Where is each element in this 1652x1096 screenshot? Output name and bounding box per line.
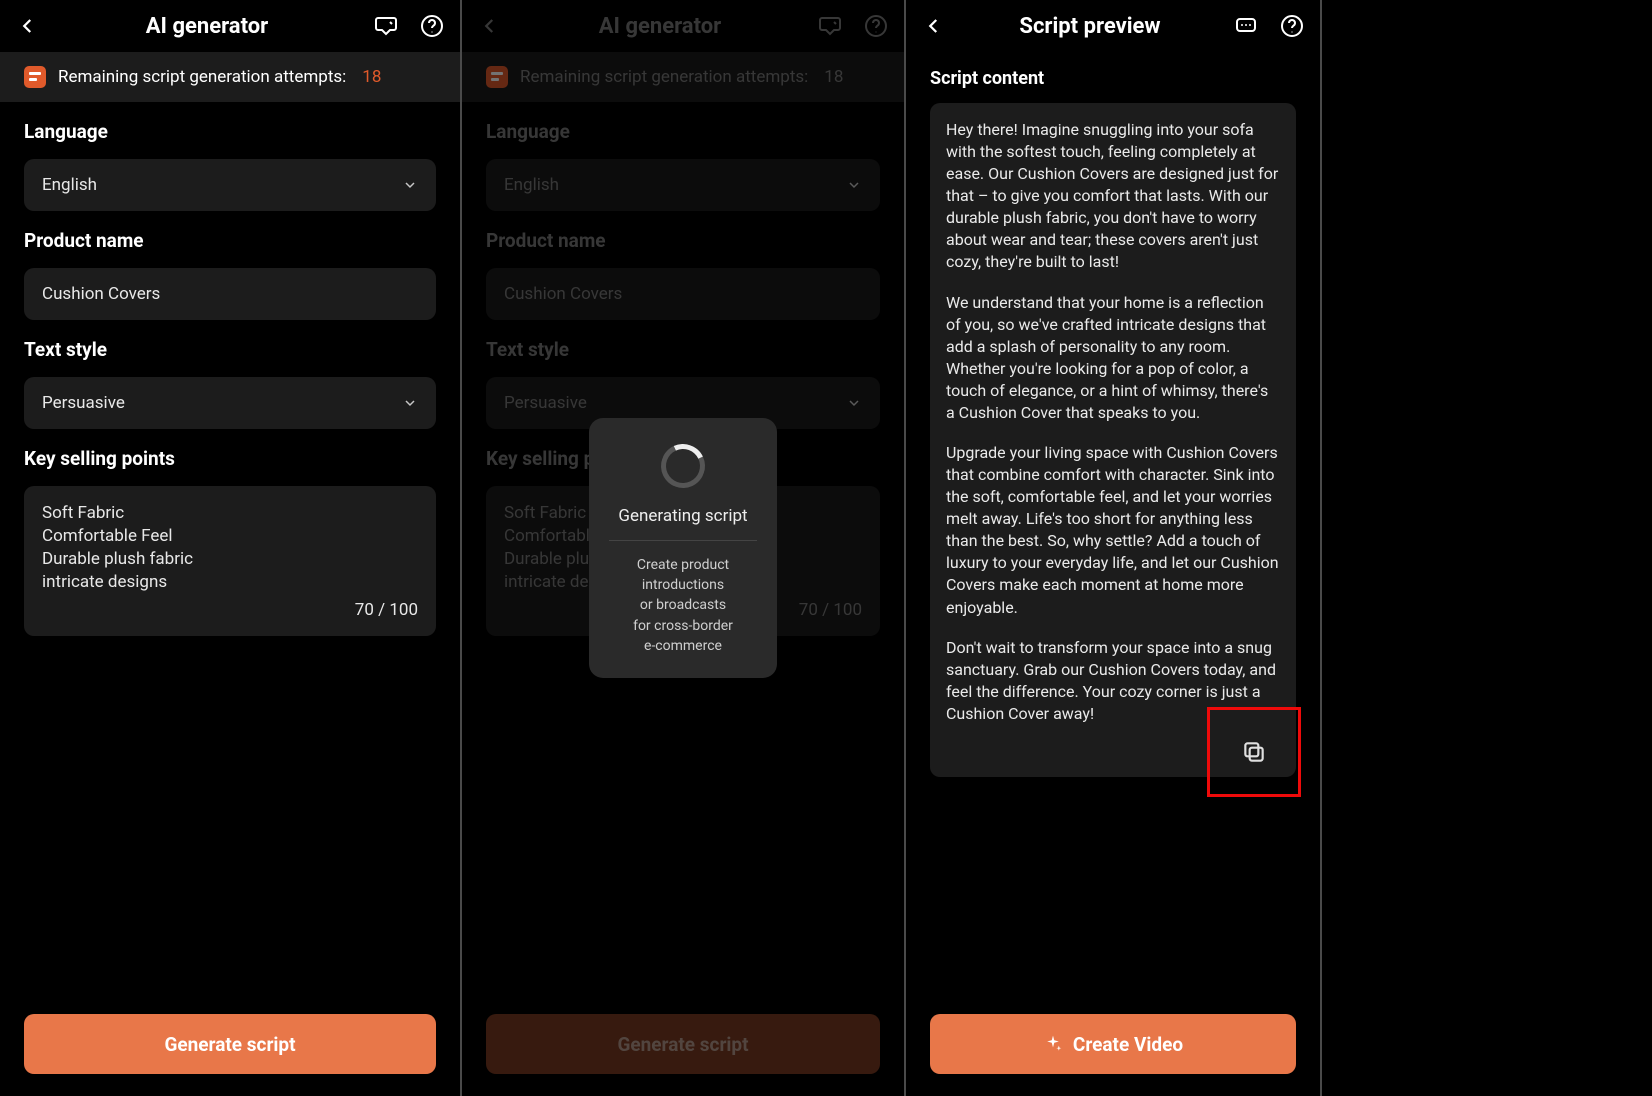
product-label: Product name xyxy=(486,229,880,252)
points-input: Soft Fabric Comfortable F Durable plush … xyxy=(486,486,880,636)
points-input[interactable]: Soft Fabric Comfortable Feel Durable plu… xyxy=(24,486,436,636)
style-label: Text style xyxy=(24,338,436,361)
language-select[interactable]: English xyxy=(24,159,436,211)
chat-icon[interactable] xyxy=(1232,12,1260,40)
script-output: Hey there! Imagine snuggling into your s… xyxy=(930,103,1296,777)
banner-count: 18 xyxy=(362,67,381,87)
language-select: English xyxy=(486,159,880,211)
generate-button: Generate script xyxy=(486,1014,880,1074)
create-video-button[interactable]: Create Video xyxy=(930,1014,1296,1074)
sparkle-icon xyxy=(1043,1034,1063,1054)
copy-button[interactable] xyxy=(1207,707,1301,797)
banner-text: Remaining script generation attempts: xyxy=(520,67,808,87)
chevron-down-icon xyxy=(846,395,862,411)
remaining-banner: Remaining script generation attempts: 18 xyxy=(0,52,460,102)
banner-count: 18 xyxy=(824,67,843,87)
style-value: Persuasive xyxy=(42,393,125,413)
points-label: Key selling points xyxy=(486,447,880,470)
style-label: Text style xyxy=(486,338,880,361)
points-label: Key selling points xyxy=(24,447,436,470)
style-value: Persuasive xyxy=(504,393,587,413)
product-input[interactable]: Cushion Covers xyxy=(24,268,436,320)
char-counter: 70 / 100 xyxy=(355,599,418,622)
page-title: Script preview xyxy=(948,14,1232,39)
back-button[interactable] xyxy=(14,12,42,40)
generate-label: Generate script xyxy=(617,1033,748,1056)
style-select: Persuasive xyxy=(486,377,880,429)
generate-button[interactable]: Generate script xyxy=(24,1014,436,1074)
script-paragraph: Upgrade your living space with Cushion C… xyxy=(946,442,1280,619)
back-button[interactable] xyxy=(476,12,504,40)
points-value: Soft Fabric Comfortable F Durable plush … xyxy=(504,503,613,592)
create-video-label: Create Video xyxy=(1073,1033,1183,1056)
chevron-down-icon xyxy=(402,177,418,193)
help-icon[interactable] xyxy=(1278,12,1306,40)
product-label: Product name xyxy=(24,229,436,252)
product-input: Cushion Covers xyxy=(486,268,880,320)
script-icon xyxy=(486,66,508,88)
style-select[interactable]: Persuasive xyxy=(24,377,436,429)
script-paragraph: We understand that your home is a reflec… xyxy=(946,292,1280,424)
page-title: AI generator xyxy=(504,14,816,39)
back-button[interactable] xyxy=(920,12,948,40)
generate-label: Generate script xyxy=(164,1033,295,1056)
copy-icon xyxy=(1241,739,1267,765)
script-icon xyxy=(24,66,46,88)
points-value: Soft Fabric Comfortable Feel Durable plu… xyxy=(42,503,193,592)
product-value: Cushion Covers xyxy=(504,284,622,304)
chevron-down-icon xyxy=(402,395,418,411)
script-content-label: Script content xyxy=(906,52,1320,103)
favorites-icon[interactable] xyxy=(372,12,400,40)
language-label: Language xyxy=(24,120,436,143)
language-value: English xyxy=(42,175,97,195)
remaining-banner: Remaining script generation attempts: 18 xyxy=(462,52,904,102)
script-paragraph: Hey there! Imagine snuggling into your s… xyxy=(946,119,1280,274)
chevron-down-icon xyxy=(846,177,862,193)
char-counter: 70 / 100 xyxy=(799,599,862,622)
language-value: English xyxy=(504,175,559,195)
favorites-icon xyxy=(816,12,844,40)
product-value: Cushion Covers xyxy=(42,284,160,304)
help-icon xyxy=(862,12,890,40)
banner-text: Remaining script generation attempts: xyxy=(58,67,346,87)
help-icon[interactable] xyxy=(418,12,446,40)
page-title: AI generator xyxy=(42,14,372,39)
language-label: Language xyxy=(486,120,880,143)
